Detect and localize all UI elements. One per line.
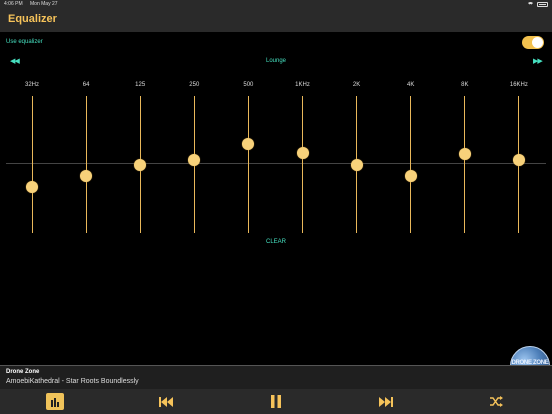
shuffle-icon (489, 396, 503, 407)
preset-row: ◀◀ Lounge ▶▶ (0, 55, 552, 67)
station-name: Drone Zone (6, 369, 40, 375)
preset-name[interactable]: Lounge (0, 58, 552, 64)
eq-band: 8K (445, 80, 485, 240)
header: Equalizer (0, 8, 552, 32)
eq-band-track[interactable] (302, 96, 303, 233)
eq-band-track[interactable] (31, 96, 33, 233)
eq-band: 500 (228, 80, 268, 240)
eq-band: 32Hz (12, 80, 52, 240)
eq-band-label: 500 (243, 82, 254, 88)
eq-band-label: 250 (189, 82, 200, 88)
track-title: AmoebiKathedral - Star Roots Boundlessly (6, 378, 139, 385)
eq-band-label: 2K (352, 82, 361, 88)
toggle-knob (532, 37, 543, 48)
eq-band-knob[interactable] (350, 158, 363, 171)
eq-band-label: 125 (135, 82, 146, 88)
wifi-icon (527, 1, 534, 8)
previous-icon (159, 396, 173, 407)
eq-band: 1KHz (283, 80, 323, 240)
eq-band-knob[interactable] (512, 153, 525, 166)
eq-band-label: 16KHz (509, 82, 528, 88)
eq-band-knob[interactable] (458, 148, 471, 161)
now-playing-bar[interactable]: Drone Zone AmoebiKathedral - Star Roots … (0, 365, 552, 390)
eq-band-knob[interactable] (26, 181, 38, 194)
equalizer-sliders: 32Hz 64 125 250 500 1KHz 2K 4K 8K 16KHz (0, 80, 552, 240)
playback-toolbar (0, 389, 552, 414)
eq-band-track[interactable] (85, 96, 87, 233)
eq-band-knob[interactable] (80, 170, 93, 183)
equalizer-button[interactable] (46, 393, 64, 410)
eq-band-knob[interactable] (134, 158, 147, 171)
eq-band-label: 1KHz (295, 82, 310, 88)
eq-band: 2K (337, 80, 377, 240)
eq-band-knob[interactable] (188, 153, 201, 166)
eq-band: 64 (66, 80, 106, 240)
next-track-button[interactable] (378, 393, 394, 410)
eq-band-knob[interactable] (404, 170, 417, 183)
eq-band-track[interactable] (247, 96, 249, 233)
eq-band: 125 (120, 80, 160, 240)
status-time: 4:06 PM (4, 1, 23, 7)
eq-band-knob[interactable] (296, 147, 309, 160)
eq-band: 250 (174, 80, 214, 240)
next-icon (379, 396, 393, 407)
page-title: Equalizer (8, 13, 57, 25)
shuffle-button[interactable] (488, 393, 504, 410)
pause-button[interactable] (268, 393, 284, 410)
eq-band-knob[interactable] (242, 138, 255, 151)
status-bar: 4:06 PM Mon May 27 (0, 0, 552, 8)
eq-band-label: 64 (82, 82, 90, 88)
equalizer-icon (51, 397, 59, 407)
status-date: Mon May 27 (30, 1, 58, 7)
use-equalizer-label: Use equalizer (6, 39, 43, 45)
battery-icon (537, 2, 548, 7)
use-equalizer-toggle[interactable] (522, 36, 544, 49)
eq-band-track[interactable] (410, 96, 412, 233)
eq-band: 4K (391, 80, 431, 240)
next-preset-icon[interactable]: ▶▶ (533, 57, 543, 65)
previous-track-button[interactable] (158, 393, 174, 410)
eq-band-label: 4K (407, 82, 415, 88)
eq-band: 16KHz (499, 80, 539, 240)
clear-button[interactable]: CLEAR (0, 239, 552, 245)
eq-band-track[interactable] (464, 96, 466, 233)
pause-icon (271, 395, 281, 408)
eq-band-label: 32Hz (24, 82, 39, 88)
eq-band-label: 8K (461, 82, 469, 88)
